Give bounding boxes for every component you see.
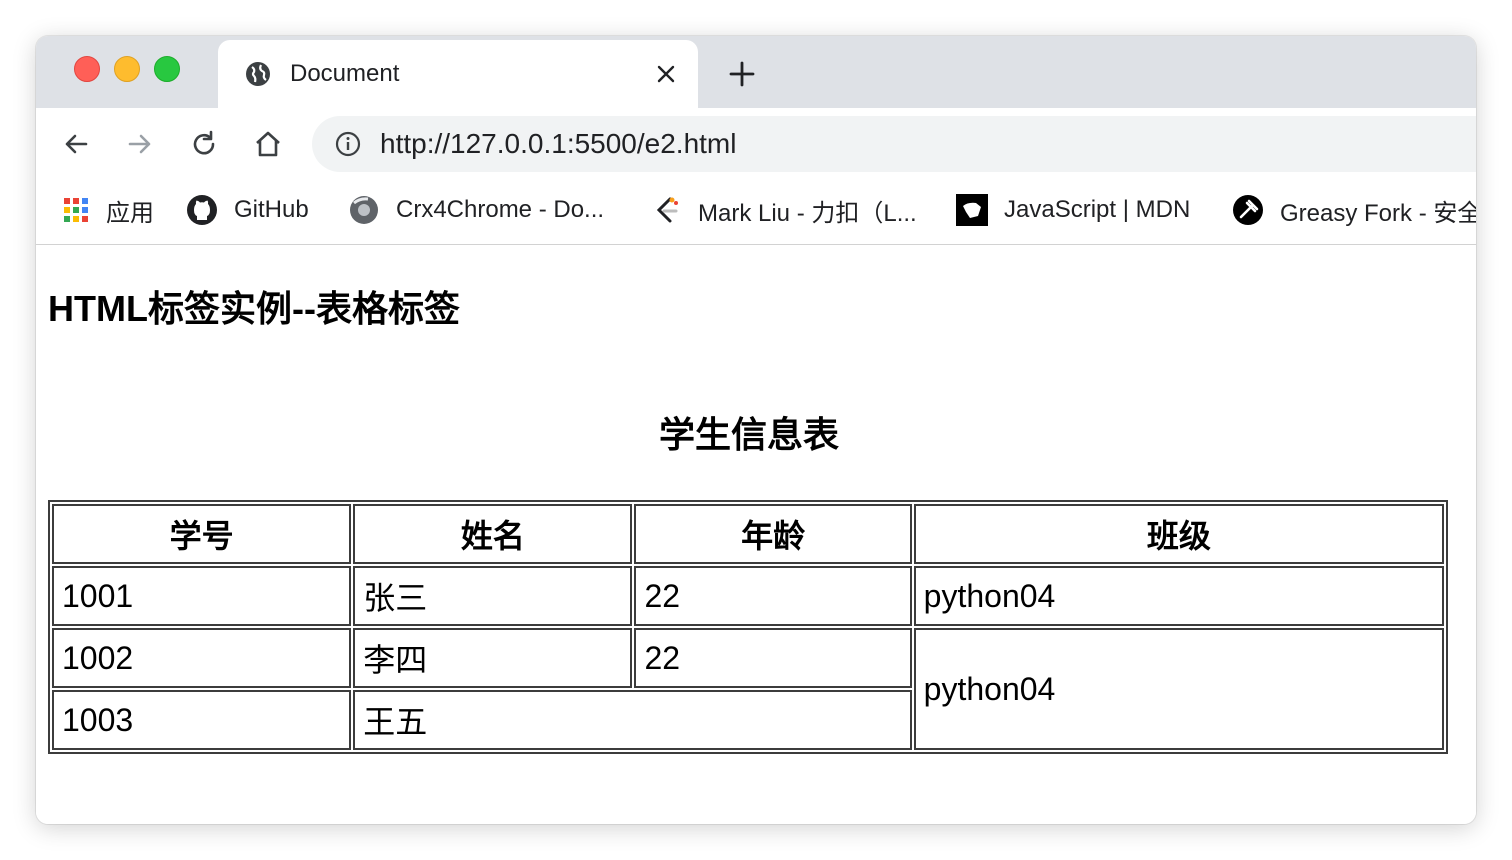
bookmark-greasyfork[interactable]: Greasy Fork - 安全 [1232,194,1476,227]
cell-name: 李四 [353,628,633,688]
bookmark-mdn[interactable]: JavaScript | MDN [956,194,1190,226]
bookmark-label: Greasy Fork - 安全 [1280,199,1476,227]
student-info-table: 学号 姓名 年龄 班级 1001 张三 22 python04 1002 李四 … [48,500,1448,754]
bookmark-label: 应用 [106,199,154,227]
table-row: 1002 李四 22 python04 [52,628,1444,750]
tab-document[interactable]: Document [218,40,698,108]
cell-name-merged: 王五 [353,690,912,750]
back-arrow-icon[interactable] [60,128,92,160]
cell-student-id: 1003 [52,690,352,750]
mdn-icon [956,194,988,226]
bookmark-leetcode[interactable]: Mark Liu - 力扣（L... [650,194,917,227]
new-tab-icon[interactable] [726,58,758,90]
cell-name: 张三 [353,566,633,626]
bookmark-label: GitHub [234,196,309,223]
header-class: 班级 [913,504,1444,564]
close-tab-icon[interactable] [652,60,680,88]
table-row: 1001 张三 22 python04 [52,566,1444,626]
address-bar[interactable]: http://127.0.0.1:5500/e2.html [312,116,1476,172]
cell-class: python04 [913,566,1444,626]
cell-age: 22 [634,628,912,688]
toolbar: http://127.0.0.1:5500/e2.html [36,108,1476,180]
table-header-row: 学号 姓名 年龄 班级 [52,504,1444,564]
url-text: http://127.0.0.1:5500/e2.html [380,128,737,159]
cell-age: 22 [634,566,912,626]
cell-student-id: 1001 [52,566,352,626]
bookmarks-bar: 应用 GitHub Crx4Chrome - Do... Mark Liu - … [36,180,1476,245]
crx4chrome-icon [350,196,378,224]
home-icon[interactable] [252,128,284,160]
forward-arrow-icon[interactable] [124,128,156,160]
site-info-icon[interactable] [334,130,362,158]
bookmark-apps[interactable]: 应用 [62,194,154,227]
header-student-id: 学号 [52,504,352,564]
header-name: 姓名 [353,504,633,564]
bookmark-crx4chrome[interactable]: Crx4Chrome - Do... [348,194,604,226]
leetcode-icon [656,197,678,223]
github-icon [187,195,217,225]
minimize-window-button[interactable] [114,56,140,82]
globe-icon [246,62,270,86]
maximize-window-button[interactable] [154,56,180,82]
browser-window: Document http://127.0.0.1:5500/e2.html 应… [36,36,1476,824]
header-age: 年龄 [634,504,912,564]
greasyfork-icon [1233,195,1263,225]
apps-grid-icon [64,198,88,222]
bookmark-label: Crx4Chrome - Do... [396,196,605,223]
bookmark-github[interactable]: GitHub [186,194,309,226]
cell-student-id: 1002 [52,628,352,688]
cell-class-merged: python04 [913,628,1444,750]
tab-title: Document [290,60,400,87]
close-window-button[interactable] [74,56,100,82]
tab-strip: Document [36,36,1476,108]
bookmark-label: JavaScript | MDN [1004,196,1191,223]
page-title: HTML标签实例--表格标签 [48,288,460,329]
page-content: HTML标签实例--表格标签 学生信息表 学号 姓名 年龄 班级 1001 张三… [36,245,1476,824]
table-caption: 学生信息表 [658,414,839,455]
reload-icon[interactable] [188,128,220,160]
bookmark-label: Mark Liu - 力扣（L... [698,199,917,227]
